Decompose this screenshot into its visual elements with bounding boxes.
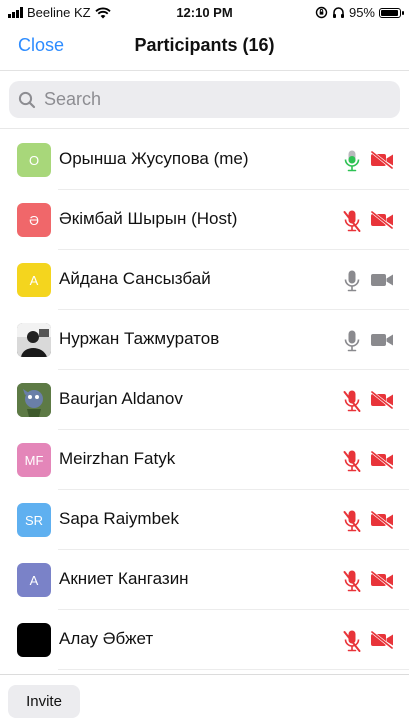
participant-name: Нуржан Тажмуратов — [59, 329, 220, 348]
video-off-icon — [371, 511, 393, 529]
video-camera-icon — [371, 334, 393, 346]
avatar: А — [17, 263, 51, 297]
mic-icon — [344, 150, 360, 172]
participant-row[interactable]: О Орынша Жусупова (me) — [0, 130, 409, 190]
participant-name: Айдана Сансызбай — [59, 269, 211, 288]
status-bar: Beeline KZ 12:10 PM 95% — [0, 0, 409, 26]
avatar — [17, 323, 51, 357]
footer-divider — [0, 674, 409, 675]
mic-muted-icon — [343, 510, 361, 532]
participant-name: Акниет Кангазин — [59, 569, 189, 588]
mic-muted-icon — [343, 390, 361, 412]
avatar-initials: А — [29, 572, 39, 588]
mic-muted-icon — [343, 210, 361, 232]
avatar-initials: MF — [24, 452, 44, 468]
avatar-initials: А — [29, 272, 39, 288]
participants-list: О Орынша Жусупова (me) Ә Әкімбай Шырын (Hos… — [0, 130, 409, 670]
video-off-icon — [371, 391, 393, 409]
participant-row[interactable]: SR Sapa Raiymbek — [0, 490, 409, 550]
nav-header: Close Participants (16) — [0, 26, 409, 68]
invite-button[interactable]: Invite — [8, 685, 80, 718]
mic-muted-icon — [343, 630, 361, 652]
video-off-icon — [371, 571, 393, 589]
avatar-initials: SR — [24, 512, 44, 528]
participant-row[interactable]: Baurjan Aldanov — [0, 370, 409, 430]
participant-row[interactable]: Ә Әкімбай Шырын (Host) — [0, 190, 409, 250]
search-bar[interactable] — [9, 81, 400, 118]
headphones-icon — [332, 7, 344, 18]
status-right: 95% — [315, 5, 404, 20]
avatar: SR — [17, 503, 51, 537]
avatar: О — [17, 143, 51, 177]
avatar: MF — [17, 443, 51, 477]
video-off-icon — [371, 151, 393, 169]
participant-name: Meirzhan Fatyk — [59, 449, 176, 468]
participant-row[interactable]: А Акниет Кангазин — [0, 550, 409, 610]
mic-muted-icon — [343, 450, 361, 472]
header-divider — [0, 70, 409, 71]
participant-name: Алау Әбжет — [59, 629, 154, 648]
avatar-initials: Ә — [29, 212, 39, 228]
participant-name: Baurjan Aldanov — [59, 389, 183, 408]
battery-percent: 95% — [348, 5, 375, 20]
avatar-initials: О — [28, 152, 40, 168]
video-off-icon — [371, 211, 393, 229]
video-off-icon — [371, 631, 393, 649]
mic-icon — [344, 330, 360, 352]
orientation-lock-icon — [315, 6, 328, 19]
participant-row[interactable]: Алау Әбжет — [0, 610, 409, 670]
avatar: Ә — [17, 203, 51, 237]
search-input[interactable] — [42, 88, 376, 111]
row-divider — [58, 669, 409, 670]
search-divider — [0, 128, 409, 129]
participant-name: Орынша Жусупова (me) — [59, 149, 249, 168]
avatar — [17, 623, 51, 657]
video-camera-icon — [371, 274, 393, 286]
participant-row[interactable]: Нуржан Тажмуратов — [0, 310, 409, 370]
avatar: А — [17, 563, 51, 597]
mic-muted-icon — [343, 570, 361, 592]
participant-row[interactable]: MF Meirzhan Fatyk — [0, 430, 409, 490]
battery-icon — [379, 7, 404, 18]
avatar — [17, 383, 51, 417]
participant-name: Әкімбай Шырын (Host) — [59, 209, 238, 228]
search-icon — [18, 91, 36, 108]
participant-name: Sapa Raiymbek — [59, 509, 180, 528]
avatar-photo — [17, 383, 51, 417]
avatar-photo — [17, 323, 51, 357]
video-off-icon — [371, 451, 393, 469]
mic-icon — [344, 270, 360, 292]
participant-row[interactable]: А Айдана Сансызбай — [0, 250, 409, 310]
page-title: Participants (16) — [134, 35, 275, 55]
